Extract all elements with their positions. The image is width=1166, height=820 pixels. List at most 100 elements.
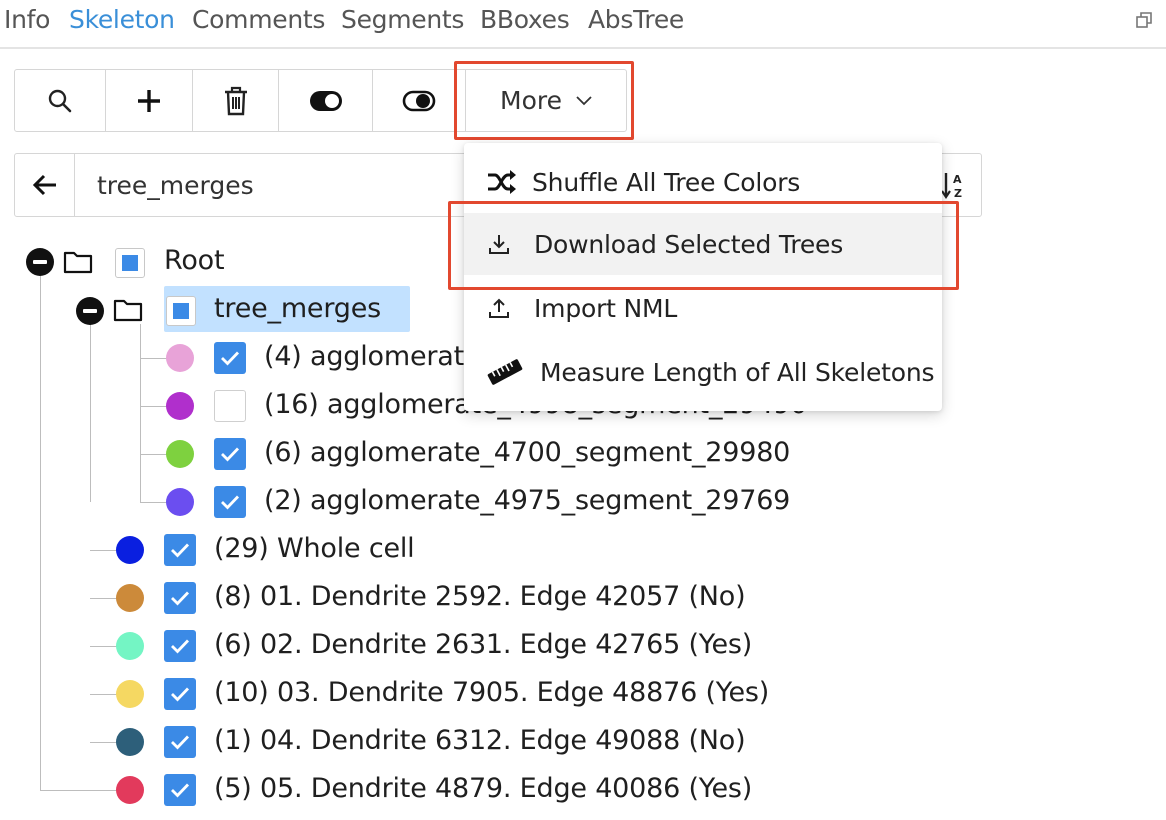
tree-connector <box>140 358 168 359</box>
tree-label[interactable]: (6) agglomerate_4700_segment_29980 <box>264 437 790 468</box>
checkmark-icon <box>221 495 240 510</box>
tree-label[interactable]: (4) agglomerate <box>264 341 481 372</box>
tab-bar: Info Skeleton Comments Segments BBoxes A… <box>0 0 1166 49</box>
tree-color-dot[interactable] <box>166 488 194 516</box>
tree-label[interactable]: (6) 02. Dendrite 2631. Edge 42765 (Yes) <box>214 629 752 660</box>
tree-connector <box>90 790 118 791</box>
plus-icon <box>138 89 160 112</box>
tree-color-dot[interactable] <box>116 632 144 660</box>
tree-connector <box>140 406 168 407</box>
search-button[interactable] <box>15 70 106 131</box>
upload-icon <box>489 298 509 318</box>
tree-label[interactable]: (10) 03. Dendrite 7905. Edge 48876 (Yes) <box>214 677 769 708</box>
skeleton-toolbar: More <box>14 69 627 132</box>
tree-connector <box>140 454 168 455</box>
tree-color-dot[interactable] <box>116 536 144 564</box>
tree-label[interactable]: (8) 01. Dendrite 2592. Edge 42057 (No) <box>214 581 746 612</box>
toggle-off-icon <box>402 90 436 111</box>
back-button[interactable] <box>15 154 75 216</box>
tree-checkbox[interactable] <box>164 534 196 566</box>
tree-checkbox[interactable] <box>214 390 246 422</box>
toggle-inactive-trees-button[interactable] <box>373 70 466 131</box>
tree-color-dot[interactable] <box>166 440 194 468</box>
folder-icon <box>113 299 143 322</box>
folder-icon <box>63 251 93 274</box>
collapse-group-icon[interactable] <box>76 297 104 325</box>
current-group-label: tree_merges <box>97 171 254 200</box>
delete-tree-button[interactable] <box>193 70 279 131</box>
sort-az-icon[interactable]: A Z <box>941 170 967 200</box>
menu-item-measure-length[interactable]: Measure Length of All Skeletons <box>464 341 942 403</box>
tree-checkbox[interactable] <box>164 726 196 758</box>
checkmark-icon <box>171 543 190 558</box>
tree-color-dot[interactable] <box>116 728 144 756</box>
menu-item-label: Shuffle All Tree Colors <box>532 167 801 197</box>
menu-item-download-selected[interactable]: Download Selected Trees <box>464 213 942 275</box>
more-dropdown-menu: Shuffle All Tree Colors Download Selecte… <box>464 143 942 411</box>
tree-checkbox[interactable] <box>164 774 196 806</box>
tree-connector <box>90 694 118 695</box>
tab-segments[interactable]: Segments <box>341 5 464 34</box>
tab-comments[interactable]: Comments <box>192 5 325 34</box>
tree-connector <box>90 646 118 647</box>
checkmark-icon <box>171 639 190 654</box>
tree-checkbox[interactable] <box>214 438 246 470</box>
download-icon <box>489 235 509 254</box>
tree-checkbox[interactable] <box>164 630 196 662</box>
toggle-on-icon <box>309 90 342 111</box>
tree-connector <box>140 502 168 503</box>
checkmark-icon <box>171 735 190 750</box>
menu-item-import-nml[interactable]: Import NML <box>464 277 942 339</box>
more-button[interactable]: More <box>466 70 626 131</box>
tab-abstree[interactable]: AbsTree <box>588 5 684 34</box>
checkmark-icon <box>171 687 190 702</box>
tree-connector <box>140 324 141 502</box>
shuffle-icon <box>488 170 516 194</box>
tab-info[interactable]: Info <box>4 5 50 34</box>
search-icon <box>48 89 72 112</box>
arrow-left-icon <box>32 174 56 196</box>
tree-connector <box>90 550 118 551</box>
checkmark-icon <box>171 591 190 606</box>
tab-bboxes[interactable]: BBoxes <box>480 5 570 34</box>
group-label[interactable]: tree_merges <box>214 293 381 324</box>
collapse-root-icon[interactable] <box>26 248 54 276</box>
group-checkbox[interactable] <box>166 296 196 326</box>
root-group-label[interactable]: Root <box>164 245 225 276</box>
tree-connector <box>40 790 90 791</box>
tree-color-dot[interactable] <box>116 584 144 612</box>
tab-skeleton[interactable]: Skeleton <box>69 5 175 34</box>
tree-label[interactable]: (29) Whole cell <box>214 533 415 564</box>
tree-label[interactable]: (5) 05. Dendrite 4879. Edge 40086 (Yes) <box>214 773 752 804</box>
tree-connector <box>90 324 91 502</box>
tree-connector <box>90 598 118 599</box>
tree-checkbox[interactable] <box>164 678 196 710</box>
root-group-checkbox[interactable] <box>115 248 145 278</box>
toggle-all-trees-button[interactable] <box>279 70 373 131</box>
chevron-down-icon <box>576 95 592 105</box>
popout-icon[interactable] <box>1136 12 1152 28</box>
menu-item-label: Download Selected Trees <box>534 229 844 259</box>
svg-text:Z: Z <box>954 187 962 200</box>
menu-item-shuffle-colors[interactable]: Shuffle All Tree Colors <box>464 151 942 213</box>
checkmark-icon <box>171 783 190 798</box>
tree-color-dot[interactable] <box>166 344 194 372</box>
tree-checkbox[interactable] <box>164 582 196 614</box>
more-label: More <box>500 86 562 115</box>
tree-connector <box>40 550 41 790</box>
skeleton-panel: Info Skeleton Comments Segments BBoxes A… <box>0 0 1166 820</box>
checkmark-icon <box>221 447 240 462</box>
tree-color-dot[interactable] <box>116 680 144 708</box>
tree-color-dot[interactable] <box>166 392 194 420</box>
tree-label[interactable]: (1) 04. Dendrite 6312. Edge 49088 (No) <box>214 725 746 756</box>
add-tree-button[interactable] <box>106 70 193 131</box>
tree-checkbox[interactable] <box>214 342 246 374</box>
menu-item-label: Import NML <box>534 293 678 323</box>
checkmark-icon <box>221 351 240 366</box>
svg-text:A: A <box>953 173 962 186</box>
tree-checkbox[interactable] <box>214 486 246 518</box>
tree-connector <box>90 742 118 743</box>
menu-item-label: Measure Length of All Skeletons <box>540 357 935 387</box>
tree-color-dot[interactable] <box>116 776 144 804</box>
tree-label[interactable]: (2) agglomerate_4975_segment_29769 <box>264 485 790 516</box>
